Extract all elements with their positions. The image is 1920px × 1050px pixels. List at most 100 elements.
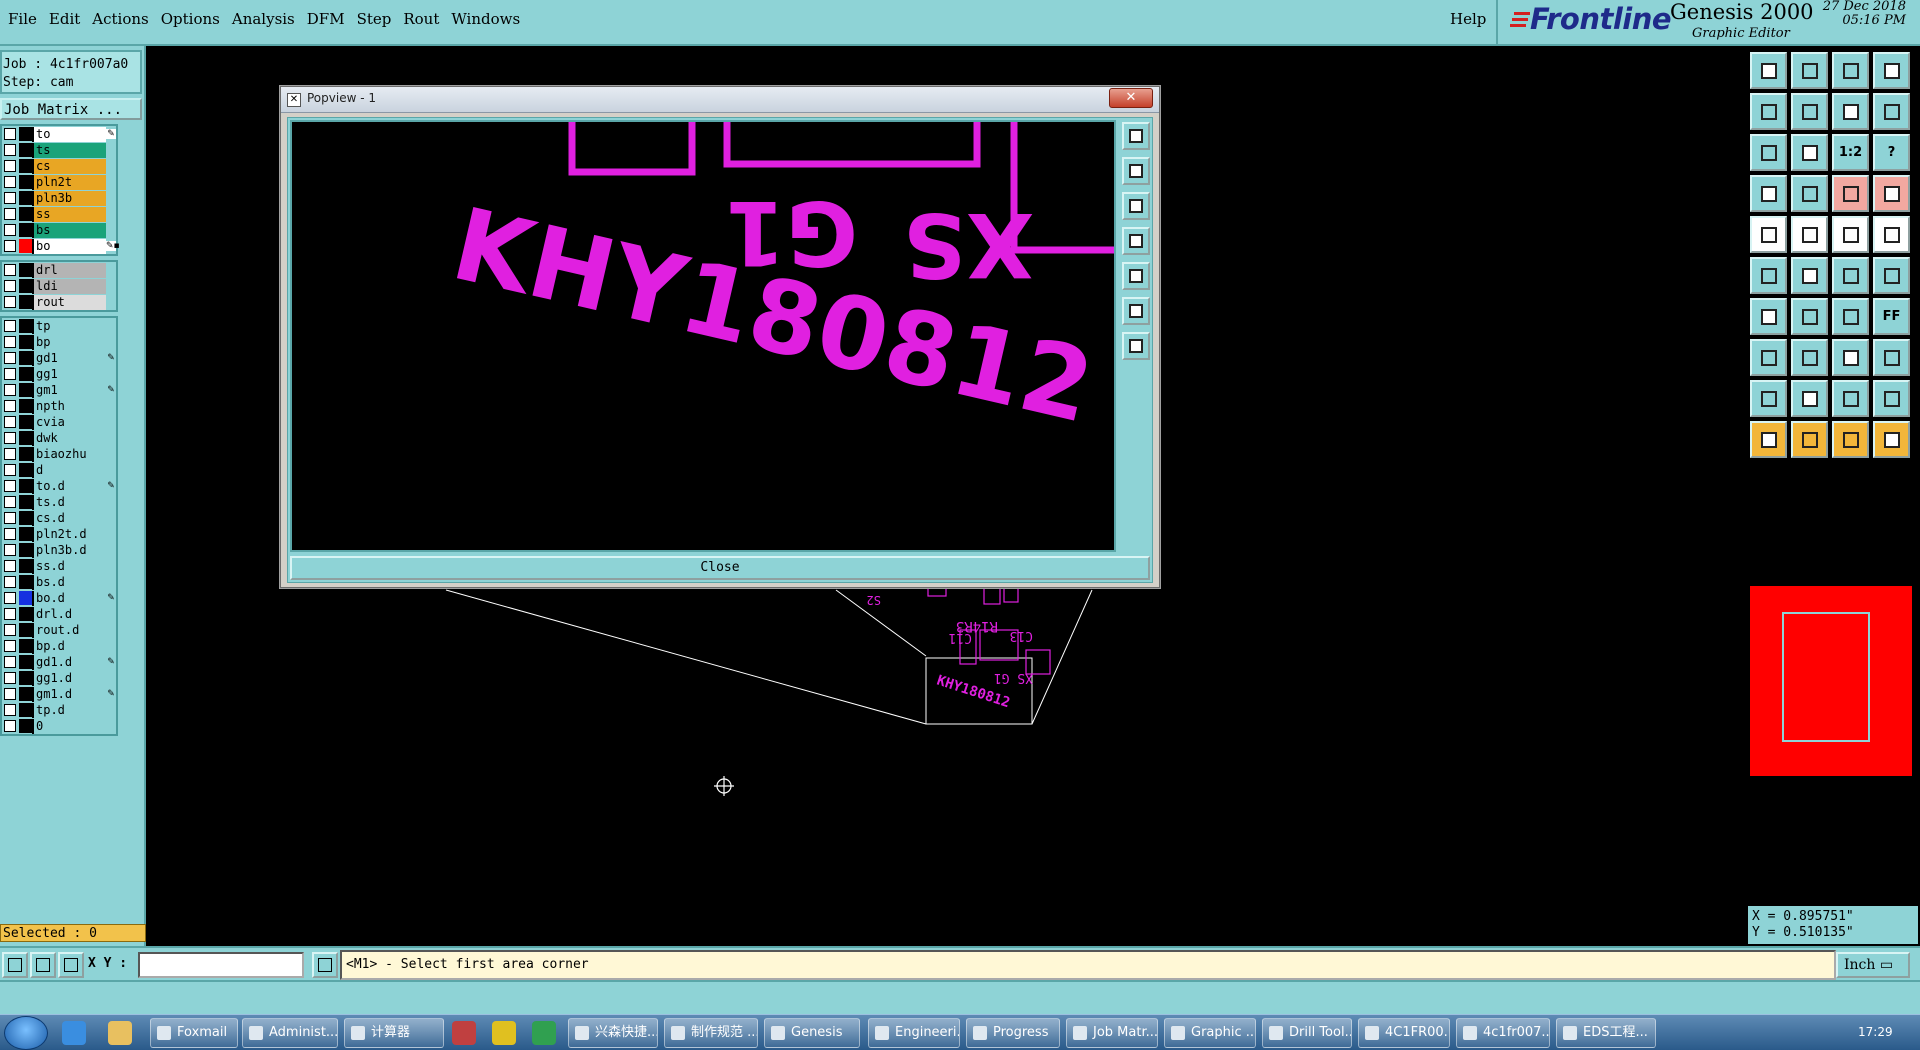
layer-checkbox[interactable] [4, 672, 16, 684]
taskbar-item[interactable]: Engineeri... [868, 1018, 960, 1048]
app2-icon[interactable] [492, 1021, 516, 1045]
layer-row[interactable]: gd1.d ✎ [2, 654, 116, 670]
pan-left-icon[interactable] [1122, 227, 1150, 255]
layer-row[interactable]: bp.d [2, 638, 116, 654]
menu-help[interactable]: Help [1450, 10, 1486, 28]
layer-name[interactable]: gd1 [32, 350, 106, 366]
layer-row[interactable]: rout [2, 294, 116, 310]
layer-row[interactable]: ts [2, 142, 116, 158]
zoom-out-icon[interactable] [1791, 52, 1828, 89]
layer-checkbox[interactable] [4, 240, 16, 252]
layer-name[interactable]: ss.d [32, 558, 106, 574]
connect-icon[interactable] [1750, 257, 1787, 294]
layer-checkbox[interactable] [4, 592, 16, 604]
info-icon[interactable] [312, 952, 338, 978]
taskbar-item[interactable]: 计算器 [344, 1018, 444, 1048]
angle-icon[interactable] [1750, 298, 1787, 335]
layer-row[interactable]: pln3b [2, 190, 116, 206]
layer-name[interactable]: d [32, 462, 106, 478]
start-button[interactable] [4, 1016, 48, 1050]
layer-row[interactable]: biaozhu [2, 446, 116, 462]
layer-name[interactable]: pln3b.d [32, 542, 106, 558]
popview-close-button[interactable]: Close [290, 556, 1150, 580]
menu-rout[interactable]: Rout [401, 10, 449, 28]
fit-icon[interactable] [1750, 134, 1787, 171]
pad-icon[interactable] [1750, 216, 1787, 253]
layer-checkbox[interactable] [4, 512, 16, 524]
layer-name[interactable]: pln2t.d [32, 526, 106, 542]
select2-icon[interactable] [1791, 421, 1828, 458]
layer-row[interactable]: cs.d [2, 510, 116, 526]
layer-row[interactable]: pln2t.d [2, 526, 116, 542]
layer-row[interactable]: gg1.d [2, 670, 116, 686]
snap-icon[interactable] [2, 952, 28, 978]
zoom-out-icon[interactable] [1122, 192, 1150, 220]
layer-row[interactable]: tp [2, 318, 116, 334]
layer-name[interactable]: to [32, 126, 106, 142]
layer-row[interactable]: bs [2, 222, 116, 238]
layer-name[interactable]: ldi [32, 278, 106, 294]
layer-name[interactable]: bp [32, 334, 106, 350]
layer-checkbox[interactable] [4, 656, 16, 668]
measure2-icon[interactable] [1873, 175, 1910, 212]
layer-row[interactable]: drl [2, 262, 116, 278]
taskbar-item[interactable]: Drill Tool... [1262, 1018, 1352, 1048]
zoom-window-icon[interactable] [1122, 122, 1150, 150]
layer-row[interactable]: d [2, 462, 116, 478]
layer-name[interactable]: gg1.d [32, 670, 106, 686]
app-icon[interactable] [452, 1021, 476, 1045]
help-icon[interactable]: ? [1873, 134, 1910, 171]
group-icon[interactable] [1873, 339, 1910, 376]
zoom-in-icon[interactable] [1122, 157, 1150, 185]
zoom-home-icon[interactable] [1122, 332, 1150, 360]
layer-row[interactable]: ts.d [2, 494, 116, 510]
layer-row[interactable]: rout.d [2, 622, 116, 638]
layer-name[interactable]: bo [32, 238, 106, 254]
menu-windows[interactable]: Windows [449, 10, 530, 28]
layer-name[interactable]: cvia [32, 414, 106, 430]
layer-row[interactable]: to ✎ [2, 126, 116, 142]
layer-checkbox[interactable] [4, 576, 16, 588]
layer-name[interactable]: gg1 [32, 366, 106, 382]
measure-icon[interactable] [30, 952, 56, 978]
triangle4-icon[interactable] [1873, 380, 1910, 417]
taskbar-item[interactable]: EDS工程... [1556, 1018, 1656, 1048]
layer-name[interactable]: drl [32, 262, 106, 278]
menu-dfm[interactable]: DFM [305, 10, 355, 28]
layer-row[interactable]: ss.d [2, 558, 116, 574]
layer-name[interactable]: cs [32, 158, 106, 174]
pan-right-icon[interactable] [1791, 93, 1828, 130]
layer-checkbox[interactable] [4, 416, 16, 428]
layer-checkbox[interactable] [4, 448, 16, 460]
layer-row[interactable]: ss [2, 206, 116, 222]
layer-checkbox[interactable] [4, 432, 16, 444]
layer-checkbox[interactable] [4, 608, 16, 620]
layer-checkbox[interactable] [4, 128, 16, 140]
layer-name[interactable]: rout.d [32, 622, 106, 638]
menu-actions[interactable]: Actions [90, 10, 158, 28]
layer-row[interactable]: cs [2, 158, 116, 174]
layer-checkbox[interactable] [4, 544, 16, 556]
layer-name[interactable]: gm1.d [32, 686, 106, 702]
layer-row[interactable]: 0 [2, 718, 116, 734]
pan-left-icon[interactable] [1750, 93, 1787, 130]
layer-checkbox[interactable] [4, 704, 16, 716]
layer-checkbox[interactable] [4, 208, 16, 220]
layer-row[interactable]: gg1 [2, 366, 116, 382]
layer-row[interactable]: pln3b.d [2, 542, 116, 558]
layer-checkbox[interactable] [4, 464, 16, 476]
popview-titlebar[interactable]: ✕ Popview - 1 ✕ [281, 87, 1159, 113]
layer-row[interactable]: pln2t [2, 174, 116, 190]
popview-viewport[interactable]: G1 XS KHY180812 [290, 120, 1116, 552]
taskbar-item[interactable]: Administ... [242, 1018, 338, 1048]
center-icon[interactable] [1791, 134, 1828, 171]
layer-name[interactable]: pln2t [32, 174, 106, 190]
layer-name[interactable]: gm1 [32, 382, 106, 398]
zoom-fit-icon[interactable] [1122, 297, 1150, 325]
taskbar-item[interactable]: 4c1fr007... [1456, 1018, 1550, 1048]
layer-checkbox[interactable] [4, 368, 16, 380]
select4-icon[interactable] [1873, 421, 1910, 458]
menu-analysis[interactable]: Analysis [230, 10, 305, 28]
layer-checkbox[interactable] [4, 640, 16, 652]
pan-right-icon[interactable] [1122, 262, 1150, 290]
